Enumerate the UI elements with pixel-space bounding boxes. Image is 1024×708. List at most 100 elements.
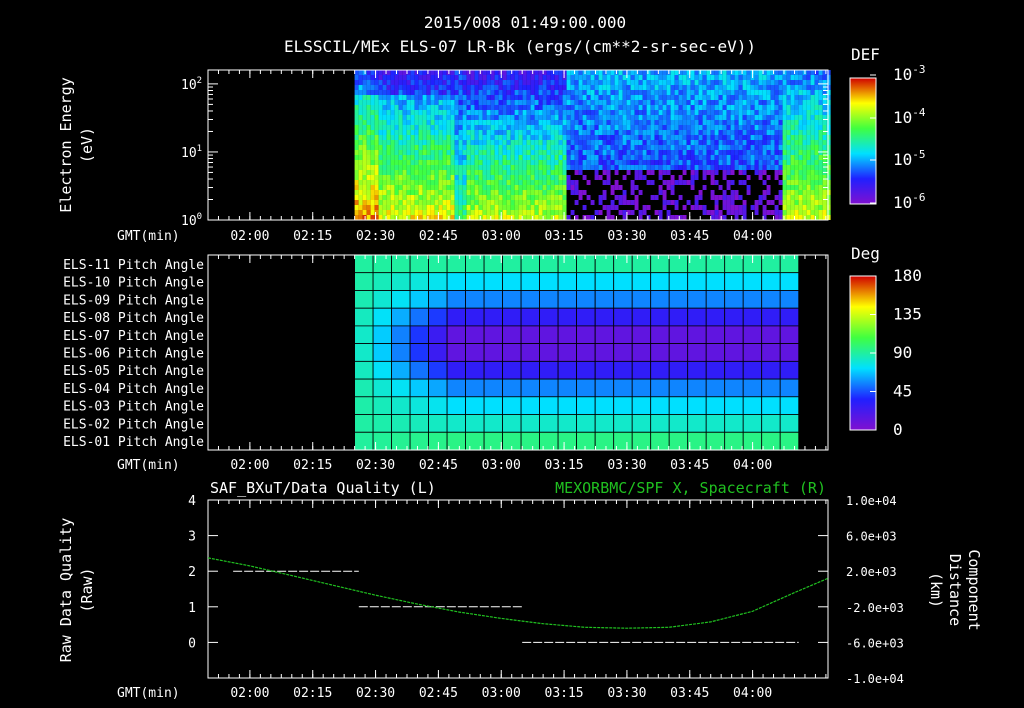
spectrogram-cell — [810, 120, 815, 125]
spectrogram-cell — [734, 210, 739, 215]
spectrogram-cell — [658, 145, 663, 150]
spectrogram-cell — [798, 170, 803, 175]
spectrogram-cell — [682, 100, 687, 105]
spectrogram-cell — [670, 190, 675, 195]
spectrogram-cell — [650, 100, 655, 105]
spectrogram-cell — [366, 95, 371, 100]
spectrogram-cell — [430, 75, 435, 80]
spectrogram-cell — [742, 70, 747, 75]
spectrogram-cell — [802, 175, 807, 180]
spectrogram-cell — [622, 75, 627, 80]
spectrogram-cell — [402, 115, 407, 120]
spectrogram-cell — [722, 155, 727, 160]
spectrogram-cell — [802, 140, 807, 145]
spectrogram-cell — [462, 215, 467, 220]
spectrogram-cell — [466, 185, 471, 190]
spectrogram-cell — [558, 90, 563, 95]
spectrogram-cell — [762, 135, 767, 140]
spectrogram-cell — [766, 190, 771, 195]
spectrogram-cell — [798, 130, 803, 135]
spectrogram-cell — [718, 200, 723, 205]
spectrogram-cell — [618, 160, 623, 165]
spectrogram-cell — [382, 165, 387, 170]
spectrogram-cell — [634, 90, 639, 95]
spectrogram-cell — [818, 160, 823, 165]
spectrogram-cell — [398, 215, 403, 220]
spectrogram-cell — [506, 85, 511, 90]
spectrogram-cell — [498, 150, 503, 155]
spectrogram-cell — [798, 75, 803, 80]
pitch-angle-cell — [520, 431, 540, 451]
spectrogram-cell — [818, 135, 823, 140]
spectrogram-cell — [558, 105, 563, 110]
spectrogram-cell — [566, 90, 571, 95]
pitch-angle-cell — [446, 325, 467, 344]
spectrogram-cell — [486, 75, 491, 80]
spectrogram-cell — [694, 110, 699, 115]
spectrogram-cell — [482, 195, 487, 200]
spectrogram-cell — [586, 95, 591, 100]
x-tick-label: 02:30 — [356, 686, 395, 701]
spectrogram-cell — [354, 200, 359, 205]
spectrogram-cell — [642, 205, 647, 210]
spectrogram-cell — [818, 75, 823, 80]
spectrogram-cell — [502, 200, 507, 205]
spectrogram-cell — [774, 170, 779, 175]
spectrogram-cell — [410, 195, 415, 200]
spectrogram-cell — [558, 160, 563, 165]
spectrogram-cell — [546, 195, 551, 200]
spectrogram-cell — [602, 205, 607, 210]
spectrogram-cell — [482, 115, 487, 120]
spectrogram-cell — [570, 180, 575, 185]
spectrogram-cell — [454, 75, 459, 80]
spectrogram-cell — [746, 75, 751, 80]
spectrogram-cell — [458, 75, 463, 80]
spectrogram-cell — [826, 155, 831, 160]
spectrogram-cell — [490, 150, 495, 155]
spectrogram-cell — [710, 80, 715, 85]
spectrogram-cell — [722, 85, 727, 90]
spectrogram-cell — [698, 140, 703, 145]
spectrogram-cell — [426, 175, 431, 180]
spectrogram-cell — [682, 195, 687, 200]
spectrogram-cell — [810, 70, 815, 75]
pitch-row-label: ELS-06 Pitch Angle — [63, 347, 204, 362]
right-y-tick-label: -2.0e+03 — [846, 601, 904, 615]
spectrogram-cell — [822, 130, 827, 135]
spectrogram-cell — [438, 70, 443, 75]
spectrogram-cell — [746, 145, 751, 150]
spectrogram-cell — [682, 155, 687, 160]
spectrogram-cell — [574, 120, 579, 125]
spectrogram-cell — [718, 215, 723, 220]
spectrogram-cell — [674, 115, 679, 120]
spectrogram-cell — [686, 110, 691, 115]
spectrogram-cell — [634, 155, 639, 160]
spectrogram-cell — [370, 130, 375, 135]
spectrogram-cell — [658, 185, 663, 190]
spectrogram-cell — [786, 150, 791, 155]
spectrogram-cell — [802, 95, 807, 100]
spectrogram-cell — [678, 160, 683, 165]
spectrogram-cell — [722, 145, 727, 150]
spectrogram-cell — [658, 80, 663, 85]
spectrogram-cell — [454, 140, 459, 145]
spectrogram-cell — [750, 170, 755, 175]
spectrogram-cell — [786, 215, 791, 220]
spectrogram-cell — [566, 200, 571, 205]
spectrogram-cell — [422, 210, 427, 215]
spectrogram-cell — [374, 205, 379, 210]
spectrogram-cell — [410, 200, 415, 205]
spectrogram-cell — [754, 155, 759, 160]
spectrogram-cell — [610, 85, 615, 90]
spectrogram-cell — [514, 150, 519, 155]
spectrogram-cell — [502, 115, 507, 120]
spectrogram-cell — [470, 140, 475, 145]
spectrogram-cell — [382, 145, 387, 150]
spectrogram-cell — [386, 120, 391, 125]
spectrogram-cell — [746, 120, 751, 125]
spectrogram-cell — [742, 150, 747, 155]
spectrogram-cell — [438, 90, 443, 95]
spectrogram-cell — [786, 125, 791, 130]
spectrogram-cell — [822, 125, 827, 130]
spectrogram-cell — [694, 170, 699, 175]
